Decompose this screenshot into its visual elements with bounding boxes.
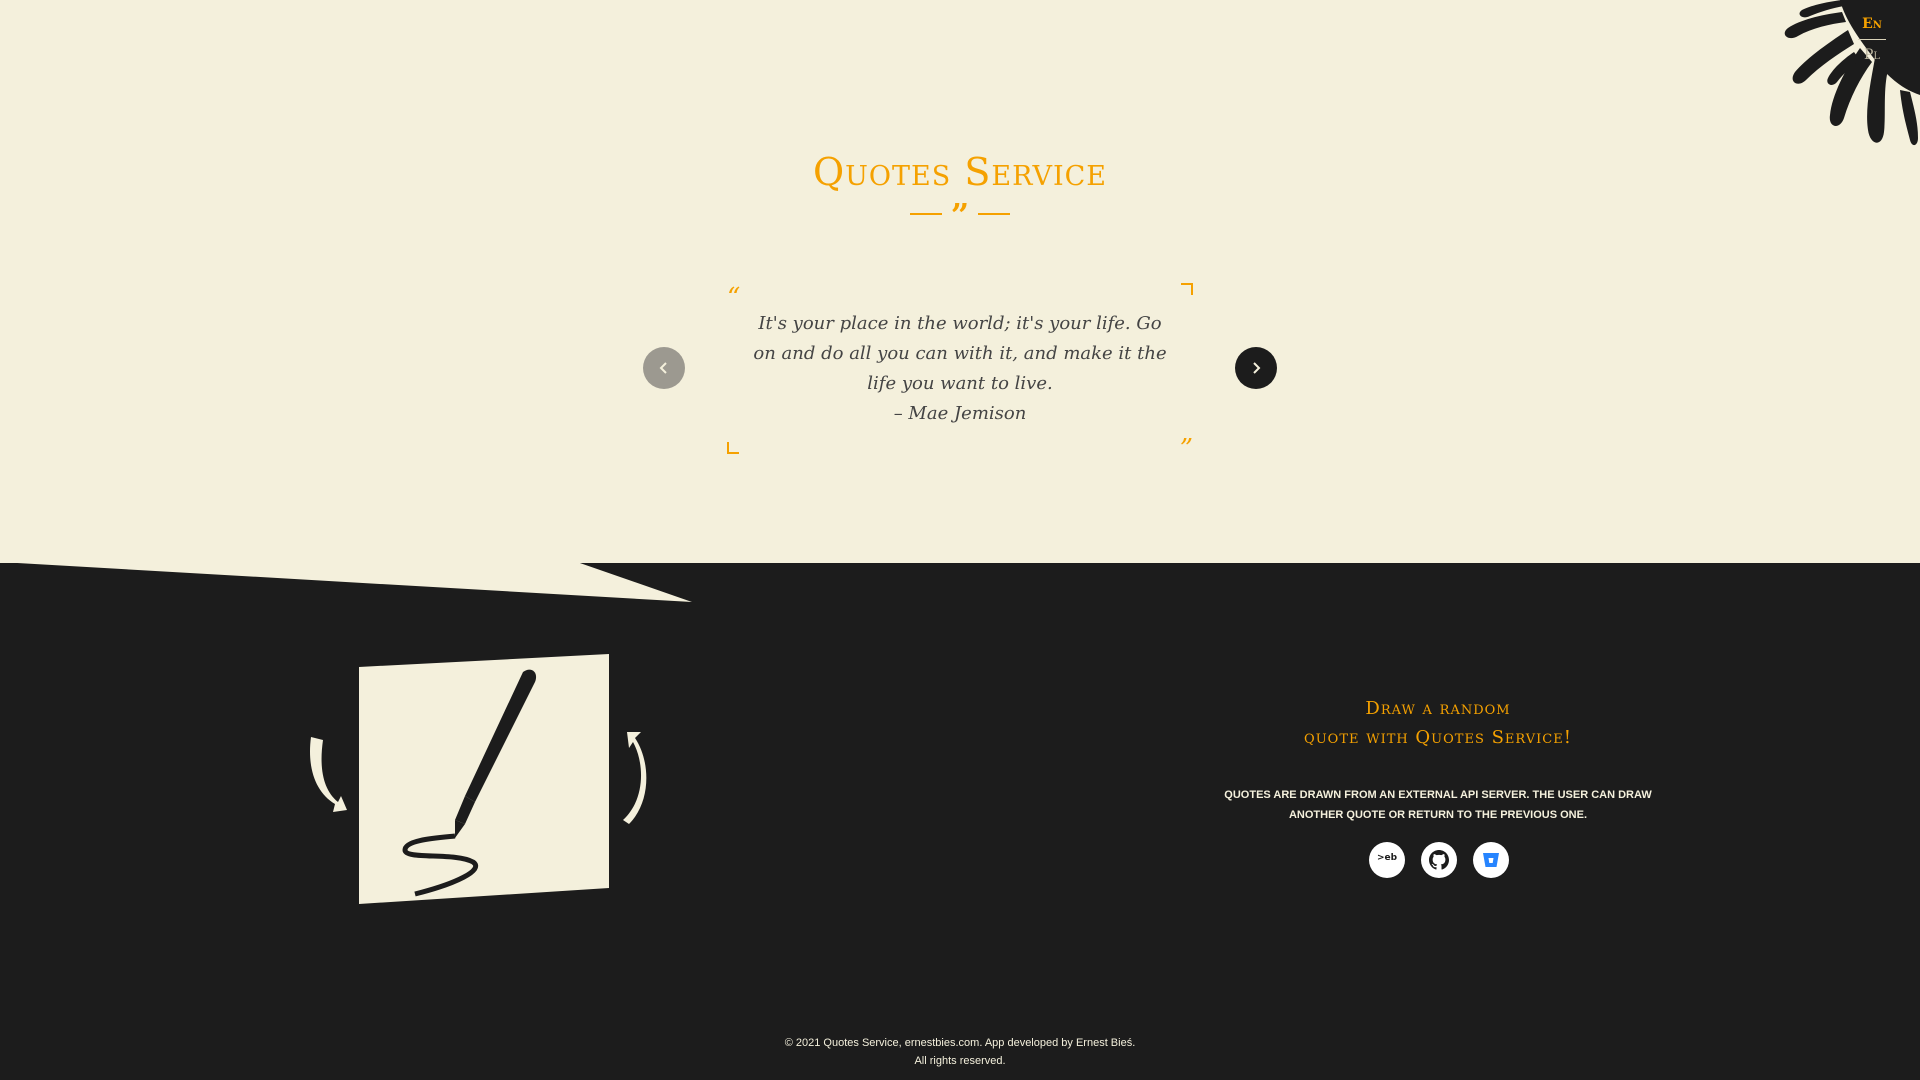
cta-heading-line1: Draw a random: [1365, 698, 1511, 719]
cta-description-line2: another quote or return to the previous …: [1288, 809, 1588, 821]
pen-illustration: [310, 654, 647, 904]
quote-card: “ ” It's your place in the world; it's y…: [727, 283, 1193, 464]
social-links: >eb: [1369, 842, 1509, 878]
cta-description: Quotes are drawn from an external API se…: [1218, 785, 1658, 825]
github-link[interactable]: [1421, 842, 1457, 878]
cta-heading-line2: quote with Quotes Service!: [1304, 727, 1572, 748]
ernestbies-icon: >eb: [1376, 853, 1398, 863]
rotate-arrow-right-icon: [623, 732, 647, 824]
quote-mark-icon: ”: [950, 196, 970, 234]
quote-content: It's your place in the world; it's your …: [747, 309, 1173, 429]
quote-author: – Mae Jemison: [893, 403, 1027, 424]
lang-pl-button[interactable]: Pl: [1848, 45, 1896, 65]
chevron-right-icon: [1253, 362, 1261, 374]
page-title: Quotes Service: [813, 150, 1107, 194]
top-section: [0, 0, 1920, 563]
bitbucket-icon: [1483, 853, 1499, 867]
lang-en-button[interactable]: En: [1848, 14, 1896, 34]
github-icon: [1429, 850, 1449, 870]
divider-line-left: [910, 213, 942, 215]
open-quote-mark: “: [727, 283, 741, 313]
next-quote-button[interactable]: [1235, 347, 1277, 389]
divider-line-right: [978, 213, 1010, 215]
close-quote-mark: ”: [1179, 434, 1193, 464]
chevron-left-icon: [659, 362, 667, 374]
section-divider-shape: [0, 562, 692, 602]
language-switcher: En Pl: [1848, 14, 1896, 65]
previous-quote-button[interactable]: [643, 347, 685, 389]
cta-description-line1: Quotes are drawn from an external API se…: [1224, 789, 1652, 801]
footer: © 2021 Quotes Service, ernestbies.com. A…: [0, 1034, 1920, 1070]
quote-text: It's your place in the world; it's your …: [753, 313, 1167, 394]
ernestbies-link[interactable]: >eb: [1369, 842, 1405, 878]
bitbucket-link[interactable]: [1473, 842, 1509, 878]
rotate-arrow-left-icon: [310, 737, 347, 812]
cta-heading: Draw a random quote with Quotes Service!: [1238, 694, 1638, 752]
footer-copyright: © 2021 Quotes Service, ernestbies.com. A…: [784, 1037, 1136, 1049]
title-divider: ”: [910, 196, 1010, 234]
footer-rights: All rights reserved.: [914, 1055, 1006, 1067]
lang-divider: [1858, 39, 1886, 40]
corner-bracket-top-right: [1181, 283, 1193, 295]
corner-bracket-bottom-left: [727, 442, 739, 454]
